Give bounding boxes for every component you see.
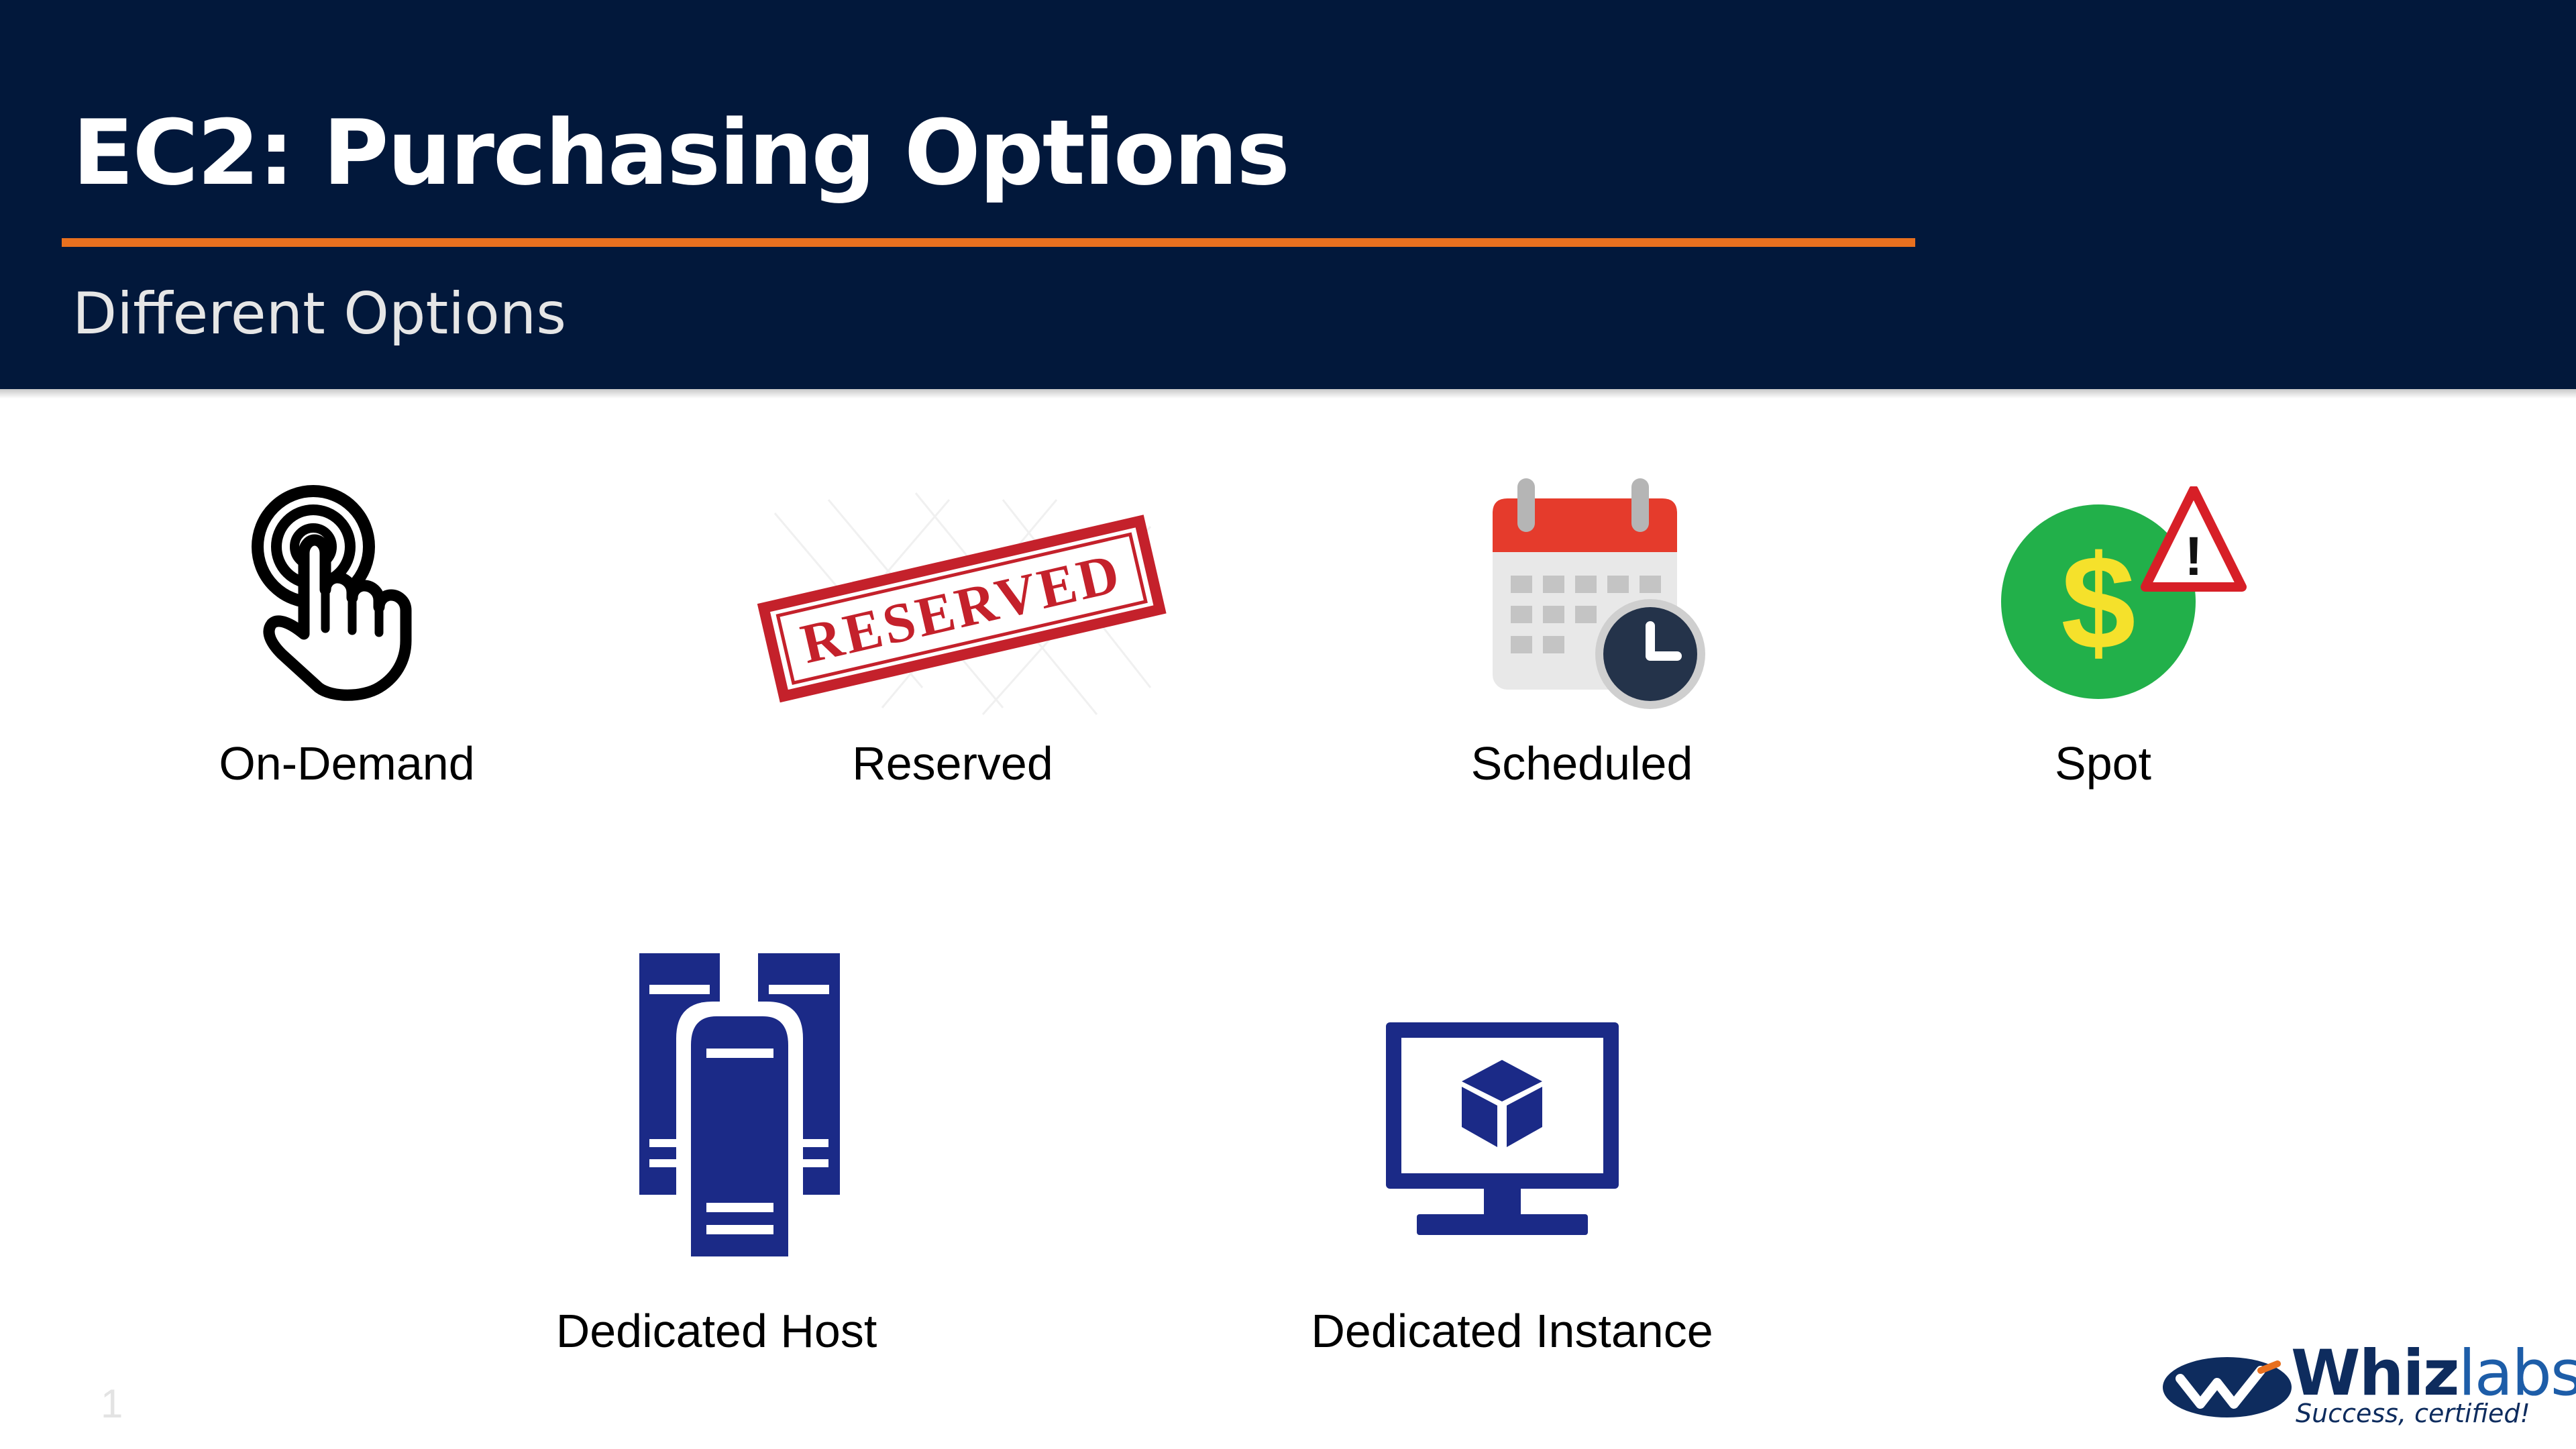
slide: EC2: Purchasing Options Different Option… — [0, 0, 2576, 1449]
svg-text:$: $ — [2061, 528, 2135, 678]
monitor-cube-icon — [1386, 1022, 1619, 1235]
option-label-scheduled: Scheduled — [1470, 737, 1693, 790]
header-shadow — [0, 389, 2576, 398]
option-label-dedicated-instance: Dedicated Instance — [1311, 1305, 1713, 1357]
whizlabs-logo: Whizlabs Success, certified! — [2160, 1337, 2576, 1429]
reserved-stamp-icon: RESERVED — [757, 492, 1167, 715]
page-title: EC2: Purchasing Options — [72, 101, 1290, 205]
title-underline — [62, 238, 1915, 247]
title-bar: EC2: Purchasing Options Different Option… — [0, 0, 2576, 389]
svg-text:!: ! — [2184, 526, 2202, 587]
dollar-warning-icon: $ ! — [2001, 486, 2247, 699]
option-label-reserved: Reserved — [852, 737, 1053, 790]
option-label-dedicated-host: Dedicated Host — [555, 1305, 877, 1357]
calendar-clock-icon — [1493, 478, 1705, 709]
logo-tagline: Success, certified! — [2296, 1399, 2530, 1428]
page-subtitle: Different Options — [72, 280, 567, 347]
server-icon — [639, 953, 840, 1256]
option-label-spot: Spot — [2055, 737, 2151, 790]
page-number: 1 — [101, 1381, 123, 1426]
option-label-on-demand: On-Demand — [219, 737, 475, 790]
tap-hand-icon — [252, 485, 412, 701]
whizlabs-logo-icon — [2163, 1357, 2292, 1417]
